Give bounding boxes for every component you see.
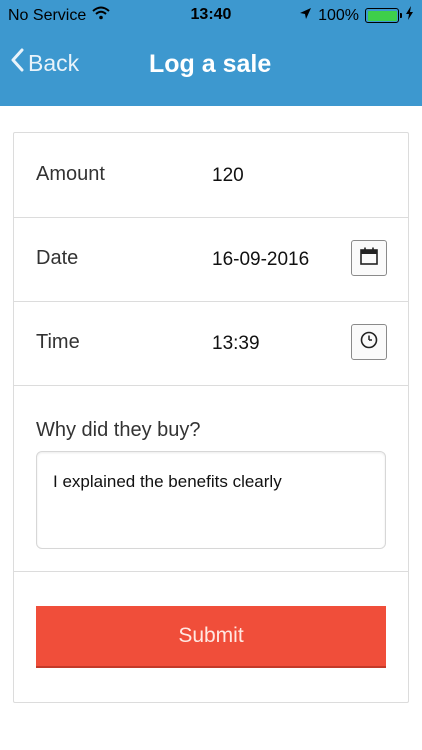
status-right: 100%: [299, 6, 414, 25]
amount-label: Amount: [36, 163, 105, 185]
date-field[interactable]: 16-09-2016: [212, 249, 309, 271]
header-bar: No Service 13:40 100% Back Log a sale: [0, 0, 422, 106]
clock-icon: [359, 330, 379, 355]
page-title: Log a sale: [149, 50, 272, 78]
date-label: Date: [36, 247, 79, 269]
date-picker-button[interactable]: [351, 240, 387, 276]
battery-percent: 100%: [318, 6, 359, 24]
battery-icon: [365, 8, 402, 23]
sale-form-card: Amount 120 Date 16-09-2016 Time 13:39 Wh…: [13, 132, 409, 703]
charging-bolt-icon: [405, 6, 414, 25]
status-bar: No Service 13:40 100%: [0, 0, 422, 30]
back-button[interactable]: Back: [10, 48, 79, 78]
location-arrow-icon: [299, 7, 312, 25]
back-label: Back: [28, 49, 80, 76]
divider: [14, 571, 408, 572]
date-row: Date 16-09-2016: [14, 217, 408, 302]
time-label: Time: [36, 331, 80, 353]
calendar-icon: [359, 246, 379, 271]
time-field[interactable]: 13:39: [212, 333, 260, 355]
navigation-bar: Back Log a sale: [0, 30, 422, 106]
chevron-left-icon: [10, 48, 24, 78]
time-picker-button[interactable]: [351, 324, 387, 360]
submit-button[interactable]: Submit: [36, 606, 386, 668]
why-label: Why did they buy?: [36, 419, 201, 441]
amount-field[interactable]: 120: [212, 165, 244, 187]
time-row: Time 13:39: [14, 301, 408, 386]
amount-row: Amount 120: [14, 133, 408, 218]
why-textarea[interactable]: I explained the benefits clearly: [36, 451, 386, 549]
